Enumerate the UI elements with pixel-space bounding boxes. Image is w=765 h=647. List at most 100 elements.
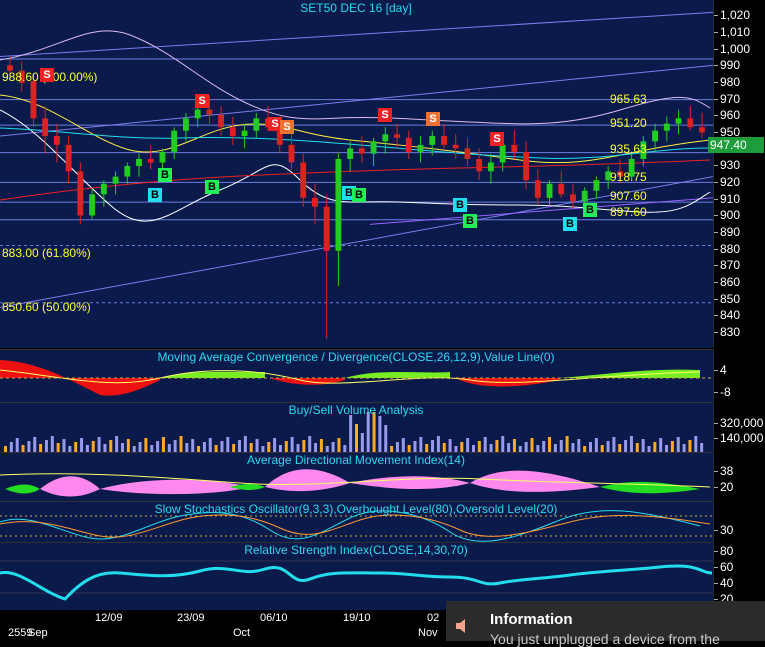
candle-body [147,158,154,163]
candle-body [206,109,213,115]
y-tick: 980 [713,75,741,89]
candle-body [675,118,682,124]
rsi-axis: 80 60 40 20 [713,542,765,610]
candle-body [288,144,295,163]
candle-body [136,158,142,167]
ma-line [0,127,711,159]
notification-title: Information [490,611,573,628]
volume-bar [27,441,31,452]
y-tick: 850 [713,292,741,306]
volume-bar [349,415,353,452]
volume-tick: 320,000 [713,416,764,430]
sell-signal: S [378,108,392,122]
candle-body [112,176,119,184]
rsi-tick: 60 [713,560,734,574]
volume-bar [360,433,364,452]
stoch-d-line [0,514,711,538]
volume-bar [290,437,294,452]
buy-signal: B [583,203,597,217]
volume-bar [384,425,388,452]
volume-bar [232,444,236,452]
candle-body [441,136,447,145]
volume-bar [688,440,692,452]
volume-bar [612,437,616,452]
volume-bar [161,437,165,452]
adx-tick: 20 [713,480,734,494]
candle-body [663,123,670,131]
adx-axis: 38 20 [713,452,765,500]
volume-bar [594,438,598,452]
sell-signal: S [280,120,294,134]
volume-bar [185,443,189,452]
volume-bar [629,436,633,452]
buy-signal: B [453,198,467,212]
volume-bar [378,416,382,452]
candle-body [335,158,342,251]
candle-body [429,136,436,145]
candle-body [581,190,588,202]
volume-bar [600,445,604,452]
volume-bar [524,442,528,452]
y-tick: 1,010 [713,25,751,39]
volume-bar [126,439,130,452]
volume-bar [44,440,48,452]
volume-panel[interactable]: Buy/Sell Volume Analysis [0,402,713,452]
volume-bar [366,412,370,452]
candle-body [476,158,483,172]
adx-panel[interactable]: Average Directional Movement Index(14) [0,452,713,501]
volume-bar [548,437,552,452]
adx-green-area [5,484,40,494]
level-label-935: 935.63 [610,142,647,156]
volume-bar [156,441,160,452]
stochastic-axis: 30 [713,501,765,541]
macd-panel[interactable]: Moving Average Convergence / Divergence(… [0,349,713,402]
volume-tick: 140,000 [713,431,764,445]
notification-toast[interactable]: Information You just unplugged a device … [446,601,765,647]
candle-body [183,118,189,131]
y-tick: 1,020 [713,8,751,22]
candle-body [30,81,37,119]
volume-bar [308,436,312,452]
volume-bar [249,443,253,452]
month-label: Oct [233,627,251,639]
y-tick: 840 [713,308,741,322]
price-chart [0,11,713,340]
volume-bar [21,445,25,452]
lower-band [0,109,711,222]
volume-bar [191,439,195,452]
upper-band [0,30,711,125]
candle-body [370,141,377,154]
volume-bar [501,436,505,452]
candle-body [464,148,471,159]
date-label: 06/10 [260,612,288,624]
volume-bar [220,441,224,452]
volume-bar [694,436,698,452]
price-panel[interactable]: SET50 DEC 16 [day] 988.60 (100.00%) 883.… [0,0,713,348]
chart-title: SET50 DEC 16 [day] [300,1,412,15]
volume-bar [653,442,657,452]
sell-signal: S [490,132,504,146]
volume-bar [214,445,218,452]
volume-bar [407,445,411,452]
candle-body [358,148,365,154]
volume-bar [226,437,230,452]
sell-signal: S [426,112,440,126]
volume-axis: 320,000 140,000 [713,402,765,451]
volume-bar [425,444,429,452]
volume-bar [413,441,417,452]
volume-bar [436,436,440,452]
candle-body [534,180,541,198]
adx-pink-area [265,469,350,492]
volume-bar [85,445,89,452]
volume-bar [559,440,563,452]
y-tick: 930 [713,158,741,172]
stochastic-title: Slow Stochastics Oscillator(9,3,3),Overb… [154,502,558,516]
buy-signal: B [352,188,366,202]
y-tick: 970 [713,92,741,106]
volume-bar [700,443,704,452]
volume-bar [483,437,487,452]
volume-bar [121,443,124,452]
stochastic-panel[interactable]: Slow Stochastics Oscillator(9,3,3),Overb… [0,501,713,542]
volume-bar [62,439,66,452]
candle-body [77,171,84,216]
